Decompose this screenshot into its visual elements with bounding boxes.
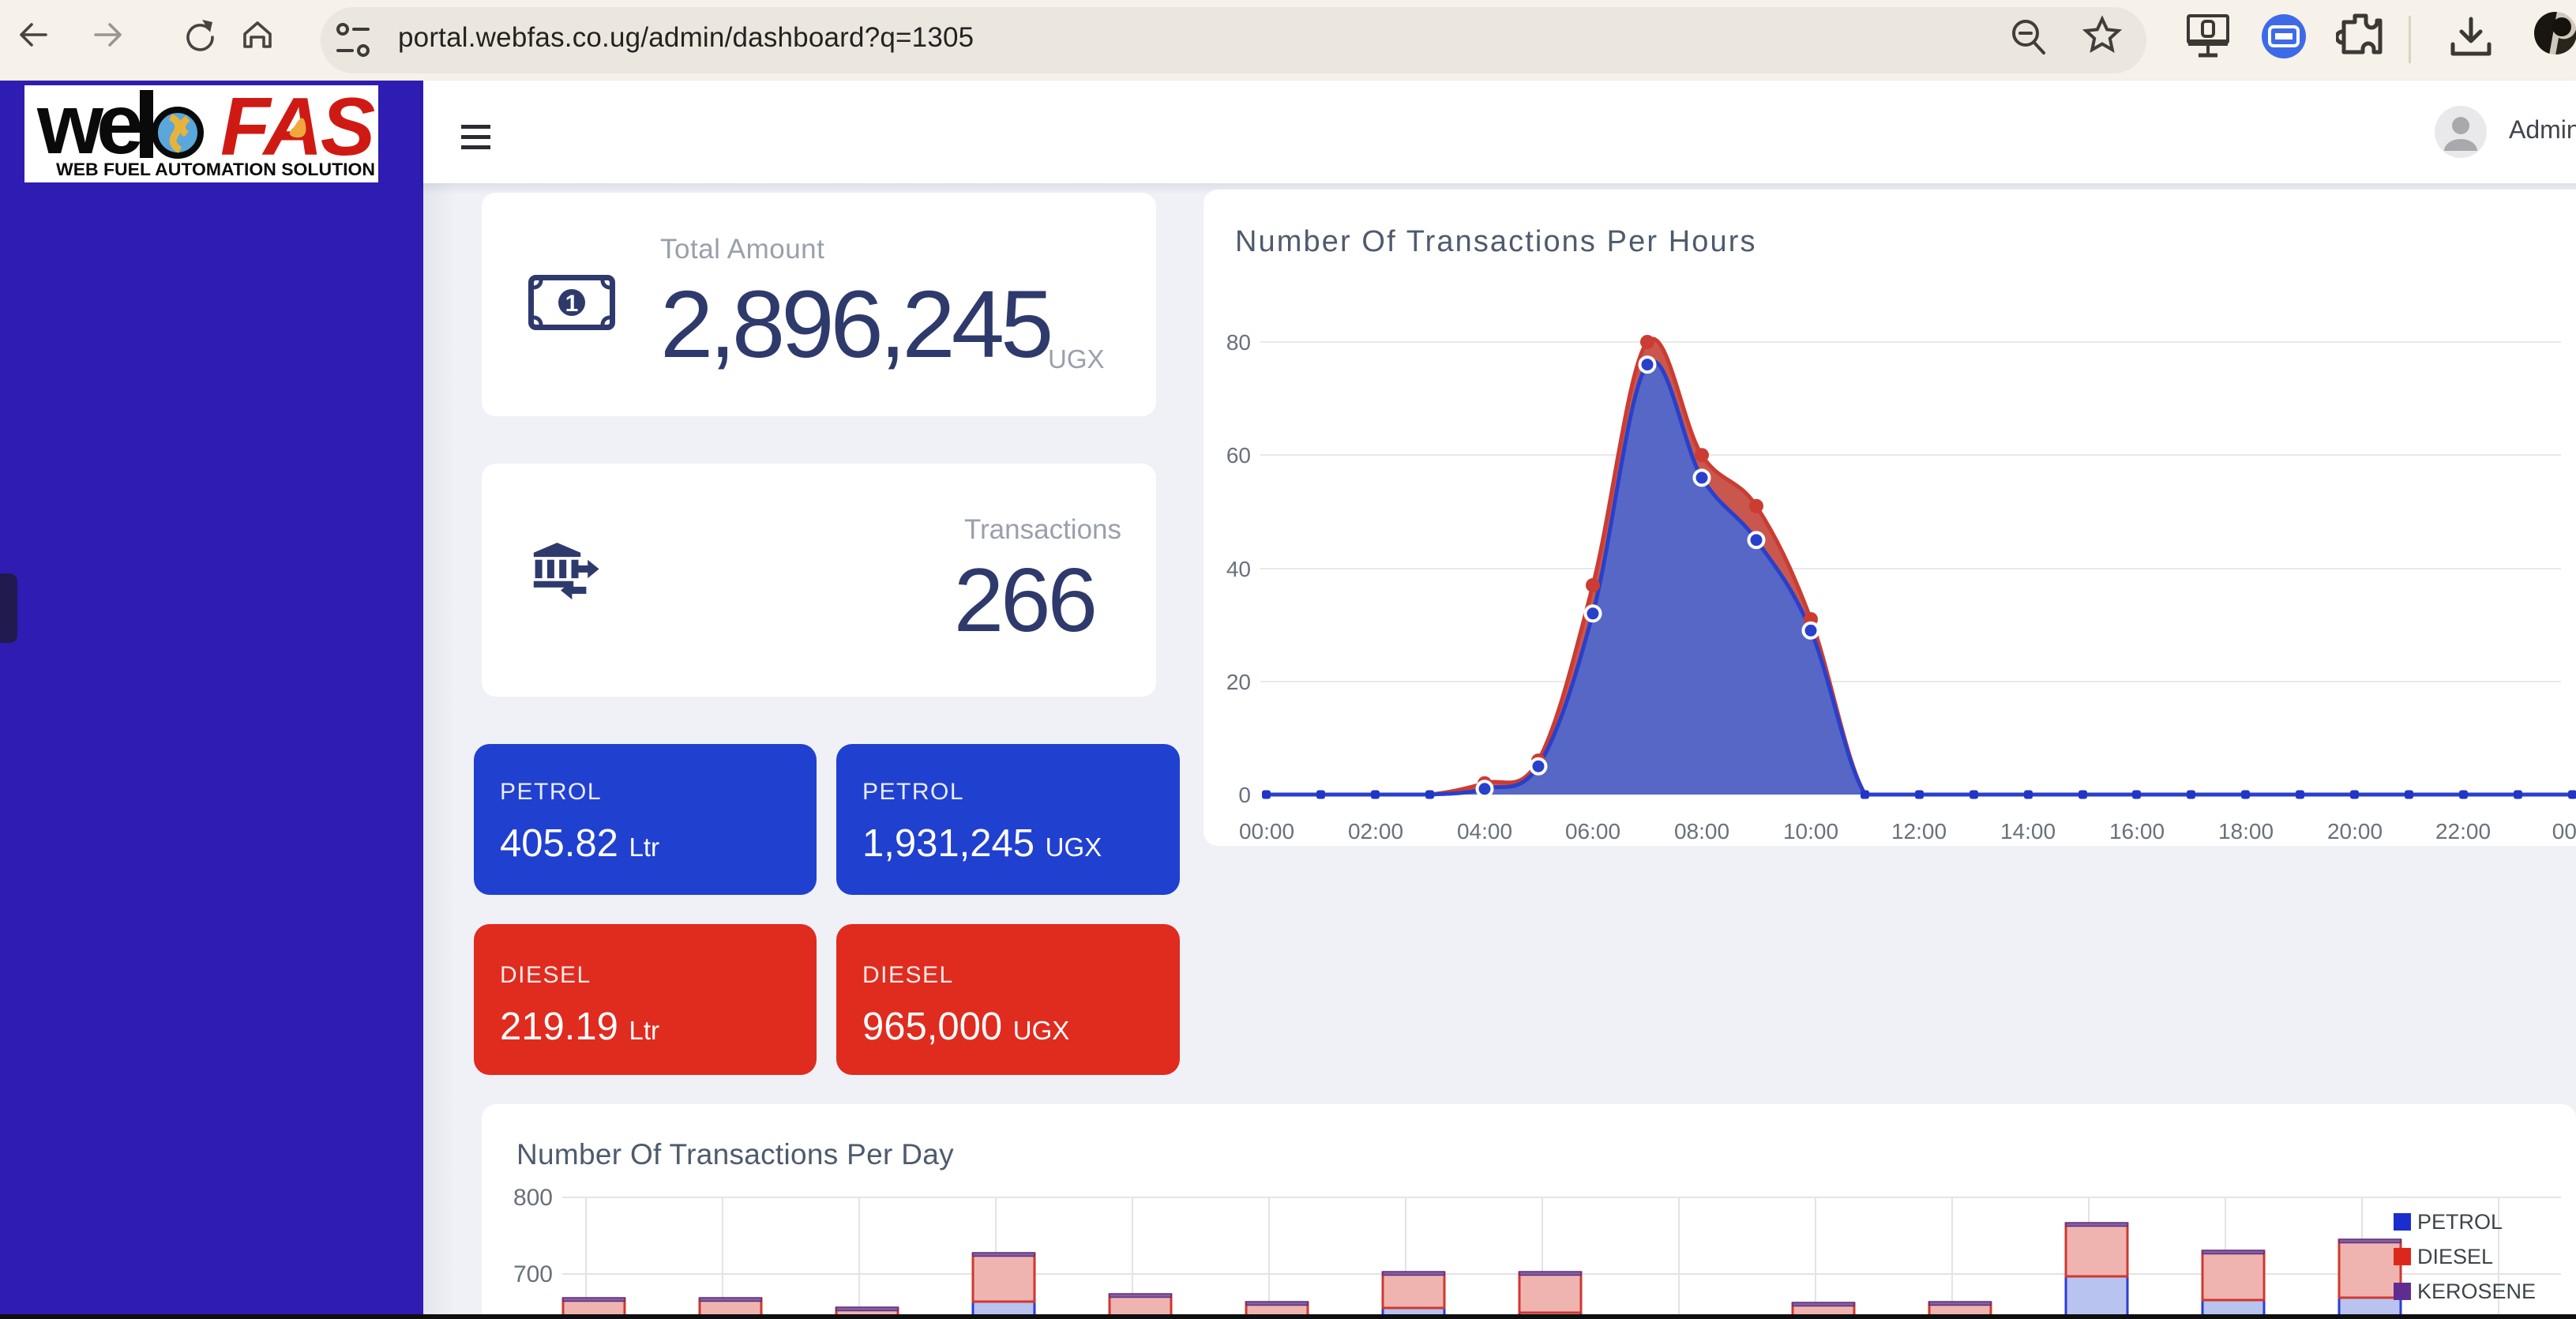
svg-text:WEB FUEL AUTOMATION SOLUTION: WEB FUEL AUTOMATION SOLUTION	[56, 160, 375, 179]
svg-text:22:00: 22:00	[2435, 819, 2491, 844]
svg-text:06:00: 06:00	[1565, 819, 1620, 844]
svg-text:700: 700	[513, 1261, 553, 1287]
svg-text:40: 40	[1226, 557, 1251, 581]
svg-text:60: 60	[1226, 443, 1251, 468]
svg-text:00:0: 00:0	[2552, 819, 2576, 844]
svg-text:Number Of Transactions Per Hou: Number Of Transactions Per Hours	[1235, 225, 1757, 258]
svg-text:20: 20	[1226, 670, 1251, 694]
svg-text:04:00: 04:00	[1457, 819, 1512, 844]
svg-text:800: 800	[513, 1185, 553, 1211]
svg-text:1: 1	[565, 291, 579, 317]
svg-text:we: we	[36, 85, 141, 171]
svg-text:14:00: 14:00	[2000, 819, 2056, 844]
svg-text:18:00: 18:00	[2218, 819, 2274, 844]
svg-text:KEROSENE: KEROSENE	[2417, 1280, 2536, 1303]
svg-text:Number Of Transactions Per Day: Number Of Transactions Per Day	[516, 1138, 954, 1171]
svg-text:10:00: 10:00	[1783, 819, 1838, 844]
svg-text:20:00: 20:00	[2327, 819, 2383, 844]
svg-text:12:00: 12:00	[1891, 819, 1947, 844]
svg-text:PETROL: PETROL	[2417, 1210, 2503, 1234]
svg-text:16:00: 16:00	[2109, 819, 2165, 844]
svg-text:DIESEL: DIESEL	[2417, 1245, 2493, 1268]
svg-text:08:00: 08:00	[1674, 819, 1729, 844]
svg-text:0: 0	[1238, 783, 1251, 807]
svg-text:00:00: 00:00	[1239, 819, 1294, 844]
svg-text:80: 80	[1226, 330, 1251, 355]
svg-text:02:00: 02:00	[1348, 819, 1403, 844]
